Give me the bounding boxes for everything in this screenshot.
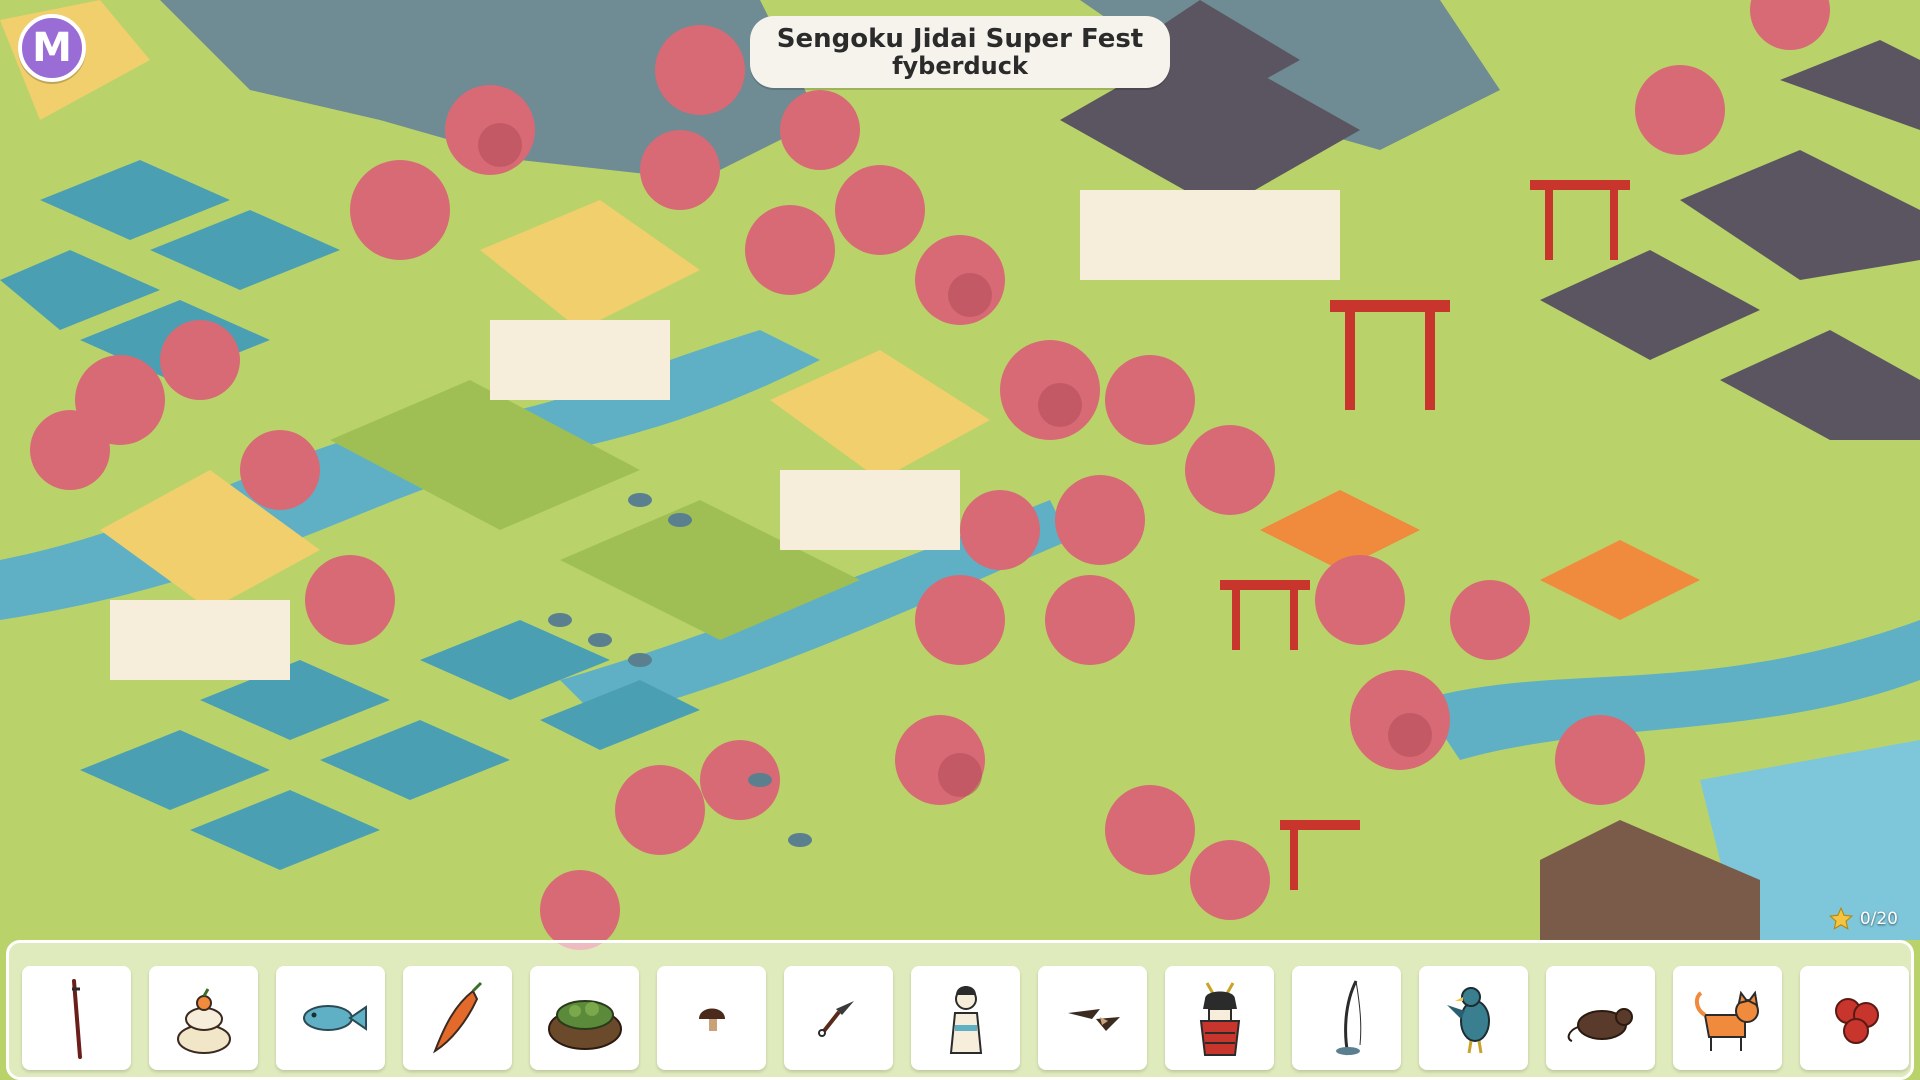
mushroom-icon bbox=[698, 1008, 725, 1031]
item-slot-shuriken[interactable] bbox=[1038, 966, 1147, 1070]
menu-button-label: M bbox=[32, 25, 72, 71]
mochi-icon bbox=[176, 988, 231, 1054]
armor-icon bbox=[1199, 982, 1240, 1056]
found-count: 0/20 bbox=[1859, 909, 1898, 929]
level-author: fyberduck bbox=[892, 52, 1028, 80]
item-slot-kunai[interactable] bbox=[784, 966, 893, 1070]
item-slot-bird[interactable] bbox=[1419, 966, 1528, 1070]
item-slot-fish[interactable] bbox=[276, 966, 385, 1070]
game-scene[interactable] bbox=[0, 0, 1920, 1080]
bird-icon bbox=[1446, 987, 1490, 1054]
geisha-icon bbox=[949, 986, 982, 1054]
level-title-banner: Sengoku Jidai Super Fest fyberduck bbox=[750, 16, 1170, 88]
item-slot-rat[interactable] bbox=[1546, 966, 1655, 1070]
item-slot-mochi[interactable] bbox=[149, 966, 258, 1070]
fish-icon bbox=[302, 1005, 367, 1031]
fishing-rod-icon bbox=[1335, 980, 1361, 1056]
item-slot-geisha[interactable] bbox=[911, 966, 1020, 1070]
rat-icon bbox=[1567, 1008, 1633, 1042]
staff-icon bbox=[71, 979, 82, 1059]
menu-button[interactable]: M bbox=[18, 14, 86, 82]
item-slot-mushroom[interactable] bbox=[657, 966, 766, 1070]
found-progress: 0/20 bbox=[1828, 904, 1898, 934]
cat-icon bbox=[1694, 990, 1759, 1051]
basket-icon bbox=[547, 1000, 622, 1050]
pepper-icon bbox=[432, 981, 482, 1054]
item-slot-cat[interactable] bbox=[1673, 966, 1782, 1070]
level-title: Sengoku Jidai Super Fest bbox=[776, 24, 1144, 54]
kunai-icon bbox=[817, 1001, 854, 1037]
item-slot-basket[interactable] bbox=[530, 966, 639, 1070]
items-to-find-list bbox=[22, 966, 1912, 1070]
dango-icon bbox=[1834, 998, 1879, 1044]
star-icon bbox=[1828, 906, 1853, 930]
item-slot-fishing-rod[interactable] bbox=[1292, 966, 1401, 1070]
item-slot-dango[interactable] bbox=[1800, 966, 1909, 1070]
item-slot-armor[interactable] bbox=[1165, 966, 1274, 1070]
item-slot-staff[interactable] bbox=[22, 966, 131, 1070]
shuriken-icon bbox=[1067, 1009, 1120, 1031]
item-slot-pepper[interactable] bbox=[403, 966, 512, 1070]
